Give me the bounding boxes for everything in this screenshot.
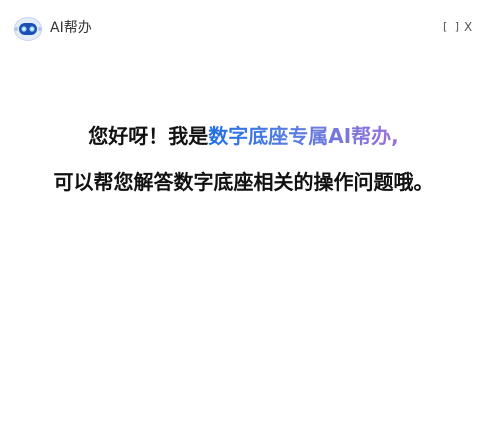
- robot-icon: [14, 17, 42, 41]
- welcome-line-2: 可以帮您解答数字底座相关的操作问题哦。: [53, 170, 434, 194]
- close-button[interactable]: X: [464, 19, 472, 35]
- maximize-button[interactable]: [ ]: [443, 19, 461, 35]
- welcome-greeting: 您好呀！我是: [88, 124, 209, 148]
- window-title: AI帮办: [50, 20, 92, 36]
- title-bar: AI帮办 [ ] X: [0, 0, 487, 56]
- ai-assistant-window: AI帮办 [ ] X 您好呀！我是数字底座专属AI帮办, 可以帮您解答数字底座相…: [0, 0, 487, 424]
- welcome-product-name: 数字底座专属AI帮办,: [208, 124, 399, 148]
- welcome-line-1: 您好呀！我是数字底座专属AI帮办,: [0, 123, 487, 149]
- welcome-message: 您好呀！我是数字底座专属AI帮办, 可以帮您解答数字底座相关的操作问题哦。: [0, 123, 487, 195]
